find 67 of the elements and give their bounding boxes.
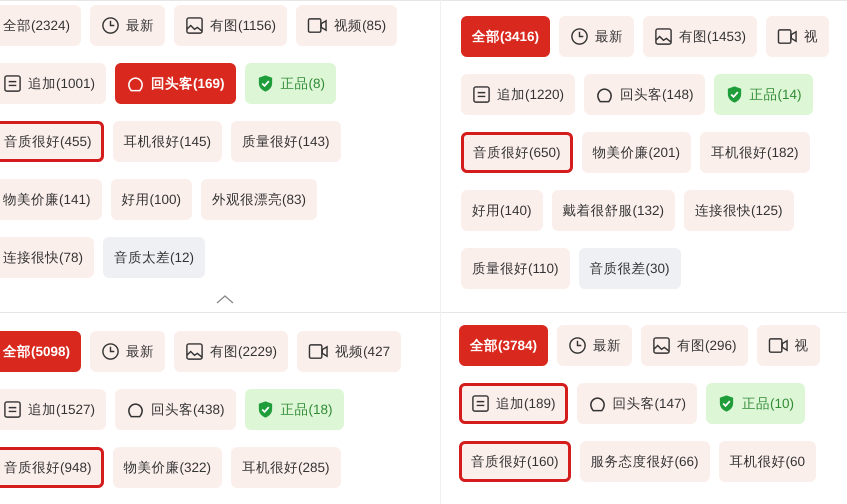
filter-chip[interactable]: 最新 [90, 331, 166, 372]
filter-chip[interactable]: 有图(1453) [643, 16, 758, 57]
filter-chip[interactable]: 耳机很好(145) [112, 121, 222, 162]
filter-chip[interactable]: 好用(140) [461, 190, 543, 231]
filter-chip[interactable]: 全部(5098) [0, 331, 82, 372]
filter-chip[interactable]: 追加(189) [459, 383, 568, 424]
filter-chip[interactable]: 最新 [90, 5, 166, 46]
video-camera-icon [768, 336, 789, 355]
filter-chip[interactable]: 全部(3784) [459, 325, 548, 366]
filter-chip[interactable]: 视频(427 [297, 331, 402, 372]
image-icon [185, 16, 204, 35]
filter-chip[interactable]: 连接很快(125) [684, 190, 794, 231]
filter-chip[interactable]: 全部(3416) [461, 16, 550, 57]
filter-chip[interactable]: 追加(1527) [0, 389, 106, 430]
filter-chip[interactable]: 音质太差(12) [103, 237, 206, 278]
clock-icon [570, 27, 590, 46]
note-icon [472, 85, 491, 104]
filter-chip[interactable]: 追加(1001) [0, 63, 106, 104]
filter-chip[interactable]: 追加(1220) [461, 74, 576, 115]
note-icon [3, 74, 22, 93]
filter-chip[interactable]: 戴着很舒服(132) [552, 190, 676, 231]
note-icon [471, 394, 490, 413]
filter-chip[interactable]: 最新 [559, 16, 634, 57]
filter-chip[interactable]: 有图(1156) [174, 5, 288, 46]
filter-chip[interactable]: 回头客(147) [576, 383, 698, 424]
video-camera-icon [308, 342, 330, 361]
filter-chip[interactable]: 视 [766, 16, 830, 57]
chevron-up-icon[interactable] [215, 294, 235, 304]
filter-chip[interactable]: 视频(85) [296, 5, 398, 46]
filter-chip[interactable]: 视 [756, 325, 820, 366]
filter-chip[interactable]: 耳机很好(60 [718, 441, 816, 482]
filter-chip[interactable]: 耳机很好(182) [700, 132, 810, 173]
filter-chip[interactable]: 连接很快(78) [0, 237, 94, 278]
video-camera-icon [307, 16, 328, 35]
filter-chip[interactable]: 回头客(169) [115, 63, 236, 104]
note-icon [3, 400, 22, 419]
filter-chip[interactable]: 最新 [557, 325, 632, 366]
image-icon [654, 27, 674, 46]
filter-chip[interactable]: 音质很好(160) [459, 441, 571, 482]
filter-chip[interactable]: 服务态度很好(66) [580, 441, 710, 482]
filter-chip[interactable]: 音质很好(455) [0, 121, 104, 162]
filter-chip[interactable]: 正品(14) [714, 74, 813, 115]
video-camera-icon [777, 27, 798, 46]
filter-chip[interactable]: 物美价廉(322) [112, 447, 222, 488]
filter-chip[interactable]: 耳机很好(285) [231, 447, 341, 488]
filter-chip[interactable]: 有图(296) [641, 325, 748, 366]
filter-chip[interactable]: 质量很好(143) [231, 121, 341, 162]
image-icon [185, 342, 204, 361]
filter-chip[interactable]: 物美价廉(201) [582, 132, 692, 173]
filter-chip[interactable]: 音质很好(948) [0, 447, 104, 488]
filter-chip[interactable]: 音质很好(650) [461, 132, 573, 173]
filter-chip[interactable]: 全部(2324) [0, 5, 82, 46]
filter-chip[interactable]: 音质很差(30) [578, 248, 681, 289]
filter-chip[interactable]: 正品(8) [244, 63, 336, 104]
filter-chip[interactable]: 外观很漂亮(83) [201, 179, 318, 220]
filter-chip[interactable]: 物美价廉(141) [0, 179, 102, 220]
clock-icon [101, 342, 120, 361]
filter-chip[interactable]: 回头客(438) [115, 389, 236, 430]
filter-chip[interactable]: 正品(18) [244, 389, 344, 430]
filter-chip[interactable]: 质量很好(110) [461, 248, 570, 289]
clock-icon [101, 16, 120, 35]
filter-chip[interactable]: 回头客(148) [584, 74, 705, 115]
filter-chip[interactable]: 好用(100) [110, 179, 192, 220]
image-icon [652, 336, 672, 355]
filter-chip[interactable]: 正品(10) [706, 383, 806, 424]
clock-icon [568, 336, 588, 355]
filter-chip[interactable]: 有图(2229) [174, 331, 288, 372]
